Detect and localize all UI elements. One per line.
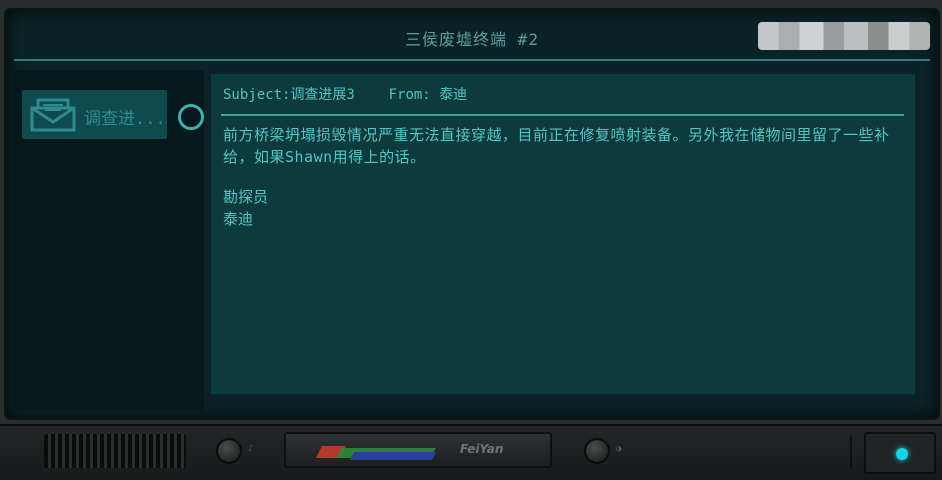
signature-name: 泰迪 — [223, 210, 254, 228]
terminal-screen: 三侯废墟终端 #2 调查进... Subject:调查进展3 From: 泰迪 — [4, 8, 940, 420]
unread-indicator-icon — [178, 104, 204, 130]
speaker-vent — [44, 434, 186, 468]
control-panel: ♪ FeiYan ◑ — [0, 424, 942, 480]
brand-plate: FeiYan — [284, 432, 552, 468]
from-label: From: — [388, 87, 431, 103]
subject-value: 调查进展3 — [290, 87, 355, 103]
message-list: 调查进... — [14, 70, 204, 410]
volume-mark-icon: ♪ — [248, 444, 254, 454]
message-view: Subject:调查进展3 From: 泰迪 前方桥梁坍塌损毁情况严重无法直接穿… — [211, 74, 915, 394]
brand-stripes-icon — [316, 446, 436, 460]
blurred-overlay — [758, 22, 930, 50]
volume-knob[interactable] — [216, 438, 242, 464]
envelope-icon — [30, 98, 76, 132]
monitor-bezel: 三侯废墟终端 #2 调查进... Subject:调查进展3 From: 泰迪 — [0, 0, 942, 424]
panel-bracket — [850, 436, 860, 468]
message-divider — [221, 114, 904, 116]
brightness-knob[interactable] — [584, 438, 610, 464]
power-led-icon[interactable] — [896, 448, 908, 460]
message-signature: 勘探员 泰迪 — [223, 186, 268, 230]
power-switch[interactable] — [864, 432, 936, 474]
terminal-header: 三侯废墟终端 #2 — [6, 10, 938, 61]
subject-label: Subject: — [223, 87, 291, 103]
brand-logo: FeiYan — [460, 442, 504, 456]
message-body: 前方桥梁坍塌损毁情况严重无法直接穿越，目前正在修复喷射装备。另外我在储物间里留了… — [223, 126, 890, 166]
message-list-item-label: 调查进... — [84, 109, 166, 129]
message-list-item[interactable]: 调查进... — [22, 90, 167, 139]
brightness-mark-icon: ◑ — [616, 444, 622, 454]
signature-title: 勘探员 — [223, 188, 269, 206]
message-header: Subject:调查进展3 From: 泰迪 — [223, 84, 467, 104]
header-divider — [14, 59, 930, 61]
from-value: 泰迪 — [439, 87, 468, 103]
